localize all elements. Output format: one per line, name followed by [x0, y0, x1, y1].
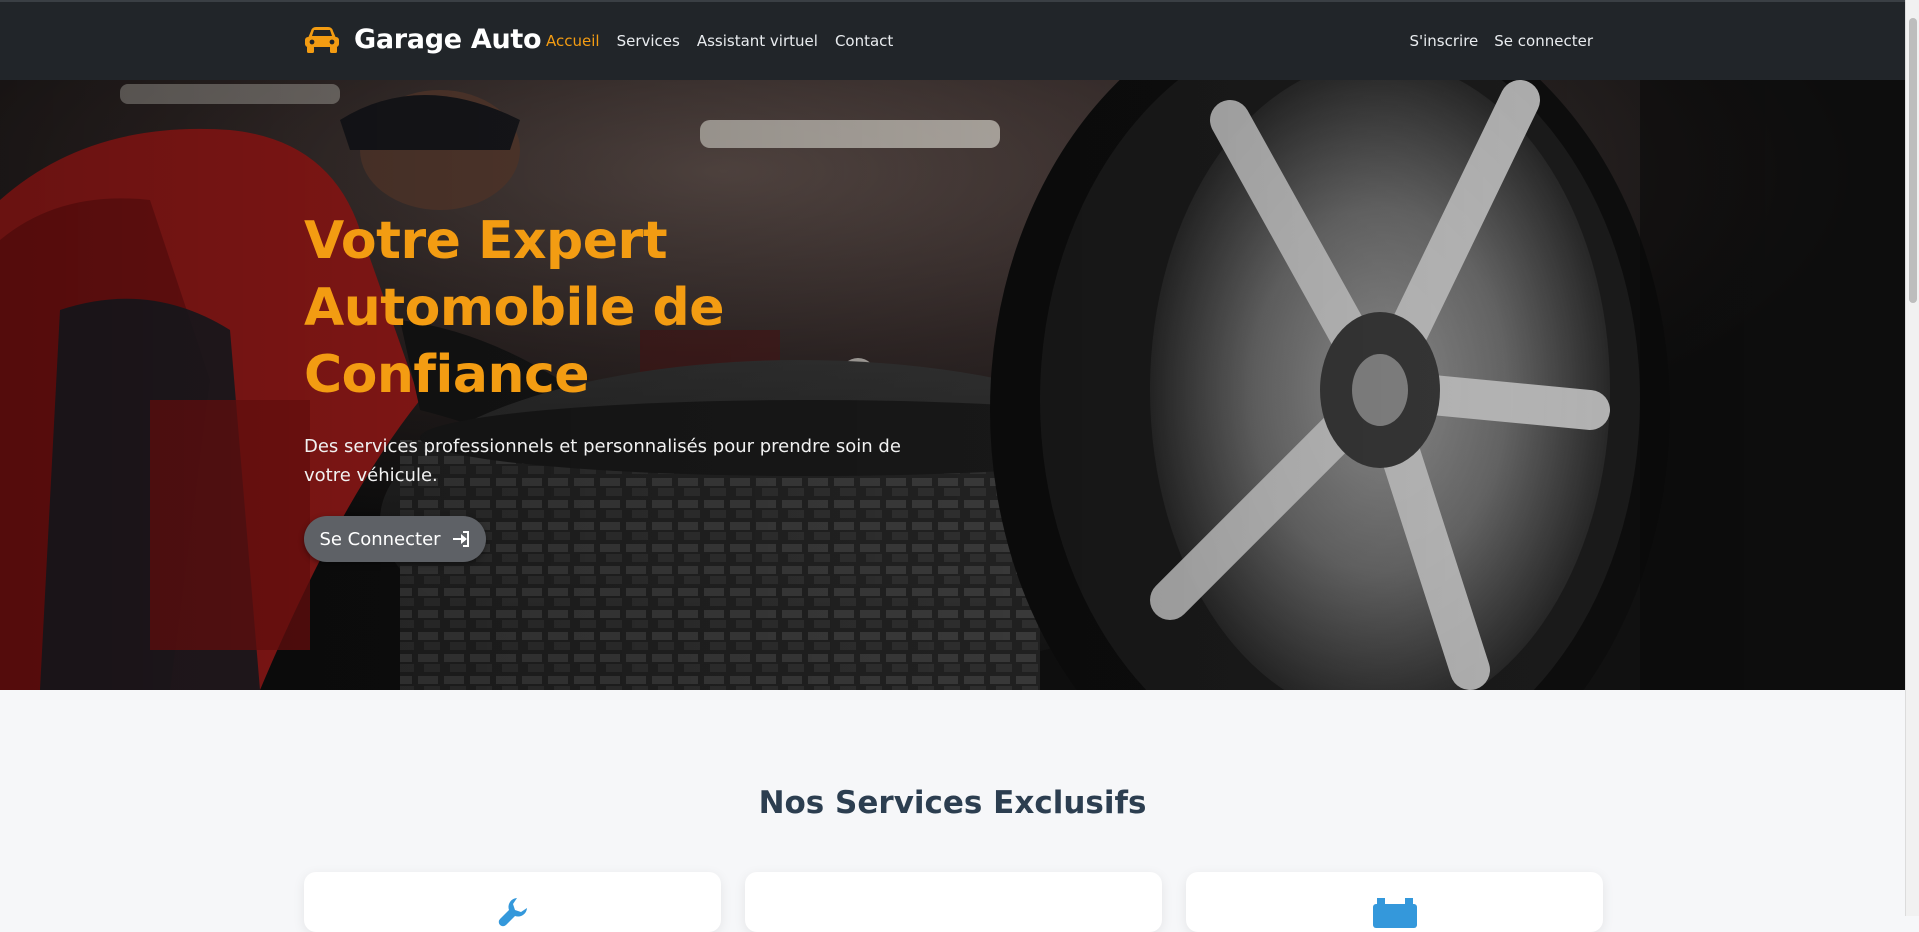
scrollbar-thumb[interactable] [1909, 18, 1917, 303]
hero-title: Votre Expert Automobile de Confiance [304, 211, 725, 405]
hero-login-button[interactable]: Se Connecter [304, 516, 486, 562]
hero-subtitle: Des services professionnels et personnal… [304, 436, 901, 486]
login-icon [452, 531, 469, 547]
hero-background-image [0, 80, 1905, 690]
service-card[interactable] [304, 872, 721, 932]
page-scrollbar[interactable] [1905, 0, 1919, 916]
car-battery-icon [1372, 898, 1417, 928]
service-card[interactable] [1186, 872, 1603, 932]
auth-nav: S'inscrire Se connecter [1393, 32, 1593, 50]
signup-link[interactable]: S'inscrire [1409, 32, 1478, 50]
hero-login-button-label: Se Connecter [319, 528, 441, 550]
login-link[interactable]: Se connecter [1494, 32, 1593, 50]
wrench-icon [498, 898, 527, 927]
car-icon [305, 26, 339, 53]
services-section-title: Nos Services Exclusifs [758, 785, 1147, 821]
nav-item-assistant-virtuel[interactable]: Assistant virtuel [697, 32, 818, 50]
nav-item-contact[interactable]: Contact [835, 32, 893, 50]
service-card[interactable] [745, 872, 1162, 932]
main-nav: Accueil Services Assistant virtuel Conta… [546, 32, 910, 50]
nav-item-accueil[interactable]: Accueil [546, 32, 600, 50]
brand-logo-link[interactable]: Garage Auto [304, 24, 542, 55]
nav-item-services[interactable]: Services [617, 32, 680, 50]
hero-section: Votre Expert Automobile de Confiance Des… [0, 80, 1905, 690]
brand-name: Garage Auto [354, 24, 542, 55]
top-navbar: Garage Auto Accueil Services Assistant v… [0, 0, 1905, 80]
